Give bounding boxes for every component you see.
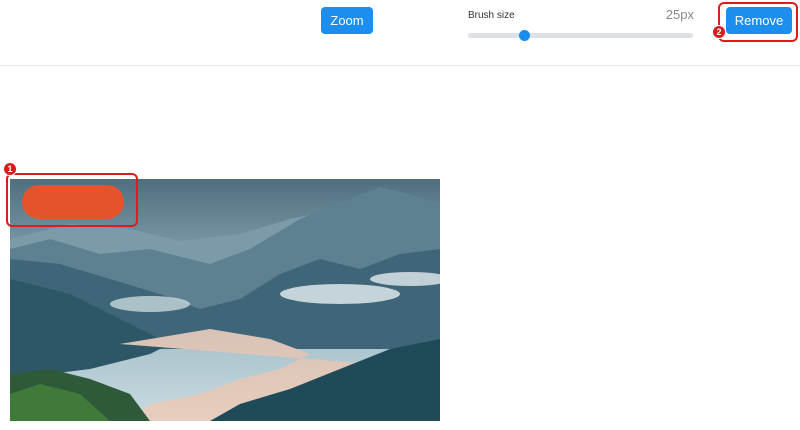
- editor-toolbar: Zoom Brush size 25px Remove: [0, 0, 800, 66]
- brush-size-label: Brush size: [468, 10, 515, 21]
- zoom-button[interactable]: Zoom: [321, 7, 373, 34]
- landscape-photo: [10, 179, 440, 421]
- brush-size-slider[interactable]: [468, 30, 693, 41]
- editor-canvas-image[interactable]: [10, 179, 440, 421]
- remove-button[interactable]: Remove: [726, 7, 792, 34]
- annotation-marker-1: 1: [3, 162, 17, 176]
- brush-stroke-mark: [22, 185, 124, 219]
- brush-size-value: 25px: [665, 7, 694, 22]
- annotation-marker-2: 2: [712, 25, 726, 39]
- brush-size-slider-thumb[interactable]: [519, 30, 531, 41]
